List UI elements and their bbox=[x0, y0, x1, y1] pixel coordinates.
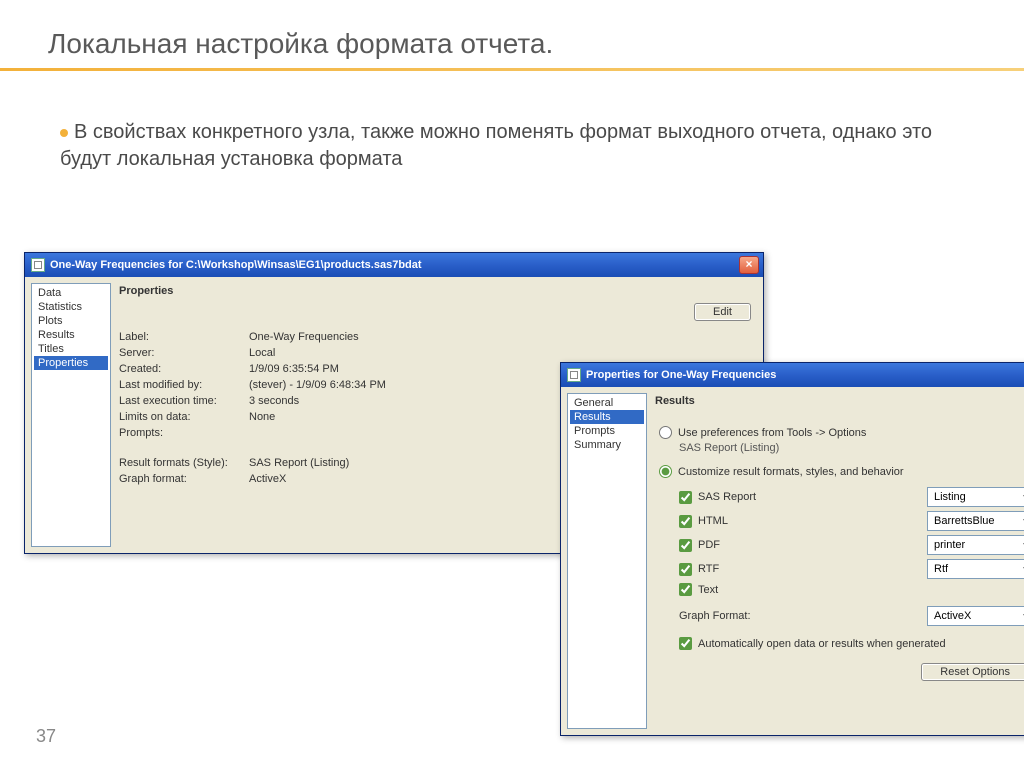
bullet-text: В свойствах конкретного узла, также можн… bbox=[60, 121, 932, 170]
auto-open-row[interactable]: Automatically open data or results when … bbox=[655, 634, 1024, 653]
auto-open-label: Automatically open data or results when … bbox=[698, 638, 946, 650]
reset-button[interactable]: Reset Options bbox=[921, 663, 1024, 681]
slide-title: Локальная настройка формата отчета. bbox=[0, 0, 1024, 68]
format-row-rtf: RTF Rtf bbox=[655, 557, 1024, 581]
property-label: Result formats (Style): bbox=[119, 457, 249, 469]
close-icon[interactable]: × bbox=[739, 256, 759, 274]
sidebar-item-plots[interactable]: Plots bbox=[34, 314, 108, 328]
property-label: Last execution time: bbox=[119, 395, 249, 407]
radio-input[interactable] bbox=[659, 426, 672, 439]
property-value: Local bbox=[249, 347, 751, 359]
graph-format-row: Graph Format: ActiveX bbox=[655, 604, 1024, 628]
sidebar-item-properties[interactable]: Properties bbox=[34, 356, 108, 370]
sidebar-item-general[interactable]: General bbox=[570, 396, 644, 410]
format-label: HTML bbox=[698, 515, 728, 527]
property-label: Graph format: bbox=[119, 473, 249, 485]
auto-open-checkbox[interactable] bbox=[679, 637, 692, 650]
format-combo[interactable]: printer bbox=[927, 535, 1024, 555]
window-icon bbox=[31, 258, 45, 272]
radio-use-preferences[interactable]: Use preferences from Tools -> Options bbox=[655, 423, 1024, 442]
format-combo[interactable]: BarrettsBlue bbox=[927, 511, 1024, 531]
bullet-icon bbox=[60, 129, 68, 137]
property-label: Server: bbox=[119, 347, 249, 359]
dialog-body: GeneralResultsPromptsSummary Results Use… bbox=[561, 387, 1024, 735]
graph-format-combo[interactable]: ActiveX bbox=[927, 606, 1024, 626]
format-checkbox[interactable] bbox=[679, 583, 692, 596]
window-title: One-Way Frequencies for C:\Workshop\Wins… bbox=[50, 259, 739, 271]
titlebar[interactable]: Properties for One-Way Frequencies bbox=[561, 363, 1024, 387]
format-row-sas-report: SAS Report Listing bbox=[655, 485, 1024, 509]
page-number: 37 bbox=[36, 726, 56, 747]
format-checkbox[interactable] bbox=[679, 515, 692, 528]
dialog-properties-owf: Properties for One-Way Frequencies Gener… bbox=[560, 362, 1024, 736]
property-row: Server:Local bbox=[119, 345, 751, 361]
format-label: PDF bbox=[698, 539, 720, 551]
format-row-html: HTML BarrettsBlue bbox=[655, 509, 1024, 533]
window-icon bbox=[567, 368, 581, 382]
format-checkbox[interactable] bbox=[679, 539, 692, 552]
format-label: Text bbox=[698, 584, 718, 596]
sidebar-item-statistics[interactable]: Statistics bbox=[34, 300, 108, 314]
format-label: RTF bbox=[698, 563, 719, 575]
sidebar-item-results[interactable]: Results bbox=[570, 410, 644, 424]
graph-format-label: Graph Format: bbox=[675, 610, 927, 622]
format-checkbox[interactable] bbox=[679, 491, 692, 504]
property-label: Prompts: bbox=[119, 427, 249, 439]
radio-sub-text: SAS Report (Listing) bbox=[655, 442, 1024, 454]
radio-label: Use preferences from Tools -> Options bbox=[678, 427, 866, 439]
sidebar: DataStatisticsPlotsResultsTitlesProperti… bbox=[31, 283, 111, 547]
format-combo[interactable]: Rtf bbox=[927, 559, 1024, 579]
title-rule bbox=[0, 68, 1024, 71]
radio-input[interactable] bbox=[659, 465, 672, 478]
radio-customize[interactable]: Customize result formats, styles, and be… bbox=[655, 462, 1024, 481]
sidebar-item-titles[interactable]: Titles bbox=[34, 342, 108, 356]
content-panel: Results Use preferences from Tools -> Op… bbox=[655, 393, 1024, 729]
property-value: One-Way Frequencies bbox=[249, 331, 751, 343]
sidebar-item-results[interactable]: Results bbox=[34, 328, 108, 342]
property-label: Limits on data: bbox=[119, 411, 249, 423]
format-row-pdf: PDF printer bbox=[655, 533, 1024, 557]
format-combo[interactable]: Listing bbox=[927, 487, 1024, 507]
panel-header: Properties bbox=[119, 283, 751, 307]
sidebar: GeneralResultsPromptsSummary bbox=[567, 393, 647, 729]
edit-button[interactable]: Edit bbox=[694, 303, 751, 321]
sidebar-item-data[interactable]: Data bbox=[34, 286, 108, 300]
bullet-paragraph: В свойствах конкретного узла, также можн… bbox=[0, 95, 1024, 173]
radio-label: Customize result formats, styles, and be… bbox=[678, 466, 904, 478]
property-label: Created: bbox=[119, 363, 249, 375]
panel-header: Results bbox=[655, 393, 1024, 417]
property-label: Label: bbox=[119, 331, 249, 343]
sidebar-item-summary[interactable]: Summary bbox=[570, 438, 644, 452]
property-row: Label:One-Way Frequencies bbox=[119, 329, 751, 345]
format-label: SAS Report bbox=[698, 491, 756, 503]
format-checkbox[interactable] bbox=[679, 563, 692, 576]
titlebar[interactable]: One-Way Frequencies for C:\Workshop\Wins… bbox=[25, 253, 763, 277]
format-row-text: Text bbox=[655, 581, 1024, 598]
property-label: Last modified by: bbox=[119, 379, 249, 391]
window-title: Properties for One-Way Frequencies bbox=[586, 369, 1024, 381]
sidebar-item-prompts[interactable]: Prompts bbox=[570, 424, 644, 438]
